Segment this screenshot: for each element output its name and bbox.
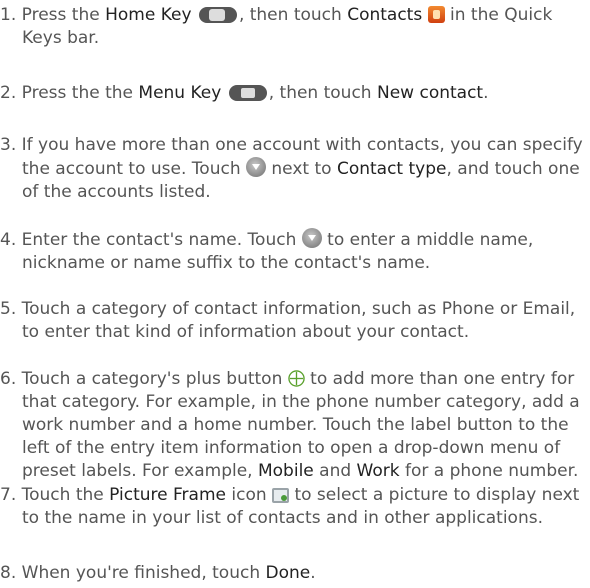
step-text: , then touch — [268, 83, 377, 103]
step-text: Enter the contact's name. Touch — [21, 230, 297, 250]
dropdown-circle-icon — [301, 228, 322, 248]
step-number: 5. — [0, 299, 17, 319]
step-number: 2. — [0, 83, 17, 103]
step-1: 1. Press the Home Key , then touch Conta… — [0, 4, 584, 50]
step-6: 6. Touch a category's plus button to add… — [0, 368, 584, 483]
step-text: Touch the — [21, 485, 110, 505]
new-contact-label: New contact — [376, 83, 484, 103]
step-text: Touch a category's plus button — [21, 369, 283, 389]
plus-circle-icon — [288, 370, 305, 387]
mobile-label: Mobile — [257, 461, 314, 481]
step-5: 5. Touch a category of contact informati… — [0, 298, 584, 344]
step-number: 4. — [0, 230, 17, 250]
step-4: 4. Enter the contact's name. Touch to en… — [0, 228, 584, 275]
home-key-icon — [198, 7, 237, 23]
step-2: 2. Press the the Menu Key , then touch N… — [0, 82, 584, 105]
step-text: , then touch — [238, 5, 348, 25]
step-number: 1. — [0, 5, 17, 25]
step-number: 3. — [0, 135, 17, 155]
step-text: Press the the — [21, 83, 139, 103]
contacts-label: Contacts — [347, 5, 423, 25]
contact-type-label: Contact type — [336, 159, 447, 179]
picture-frame-icon — [272, 488, 290, 503]
step-8: 8. When you're finished, touch Done. — [0, 562, 584, 585]
step-text: Touch a category of contact information,… — [21, 299, 576, 342]
step-text: Press the — [21, 5, 106, 25]
step-text: for a phone number. — [399, 461, 579, 481]
menu-key-label: Menu Key — [138, 83, 222, 103]
step-text: . — [310, 563, 316, 583]
step-number: 8. — [0, 563, 17, 583]
done-label: Done — [265, 563, 311, 583]
step-text: icon — [225, 485, 267, 505]
dropdown-circle-icon — [246, 157, 266, 177]
step-3: 3. If you have more than one account wit… — [0, 134, 584, 204]
work-label: Work — [356, 461, 400, 481]
menu-key-icon — [228, 85, 267, 101]
step-number: 6. — [0, 369, 17, 389]
home-key-label: Home Key — [105, 5, 192, 25]
step-number: 7. — [0, 485, 17, 505]
step-text: and — [313, 461, 357, 481]
picture-frame-label: Picture Frame — [109, 485, 226, 505]
step-text: When you're finished, touch — [21, 563, 266, 583]
step-text: next to — [271, 159, 337, 179]
contacts-app-icon — [427, 6, 445, 23]
step-7: 7. Touch the Picture Frame icon to selec… — [0, 484, 584, 530]
step-text: . — [483, 83, 489, 103]
instruction-steps: 1. Press the Home Key , then touch Conta… — [0, 0, 590, 588]
